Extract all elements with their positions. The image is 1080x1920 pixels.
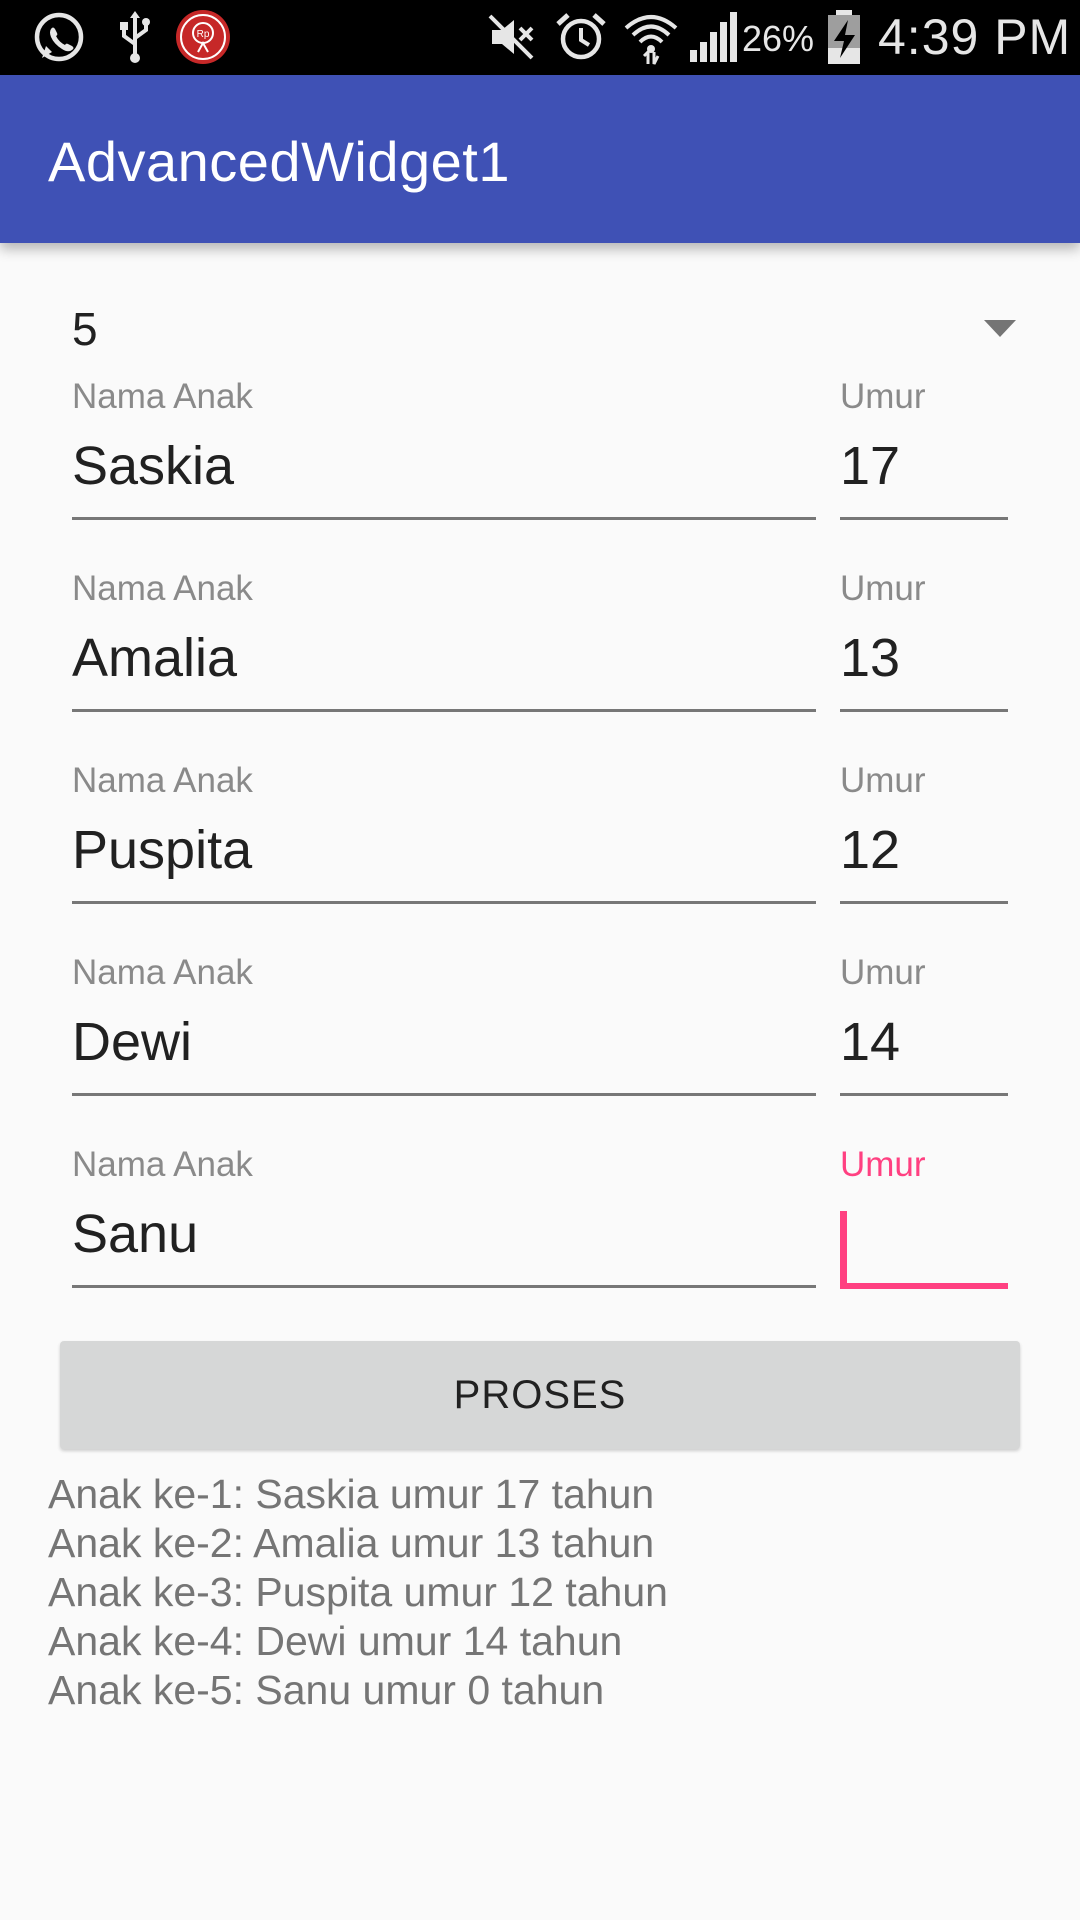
spinner-selected-value: 5 xyxy=(72,303,98,355)
status-bar: Rp 26% 4:39 PM xyxy=(0,0,1080,75)
child-name-field[interactable]: Nama Anak Dewi xyxy=(72,953,816,1113)
child-count-spinner[interactable]: 5 xyxy=(48,290,1032,368)
child-age-label: Umur xyxy=(840,1145,926,1184)
input-underline xyxy=(72,1285,816,1288)
mute-icon xyxy=(488,14,534,60)
result-line: Anak ke-5: Sanu umur 0 tahun xyxy=(48,1667,605,1713)
dropdown-arrow-icon xyxy=(984,320,1016,337)
input-underline xyxy=(72,901,816,904)
child-name-value: Sanu xyxy=(72,1204,199,1264)
child-age-value: 13 xyxy=(840,628,901,688)
child-age-field[interactable]: Umur 17 xyxy=(840,377,1008,537)
input-underline xyxy=(840,901,1008,904)
child-age-field[interactable]: Umur 13 xyxy=(840,569,1008,729)
child-age-value: 12 xyxy=(840,820,901,880)
child-age-value: 14 xyxy=(840,1012,901,1072)
proses-button[interactable]: PROSES xyxy=(60,1341,1020,1449)
svg-text:Rp: Rp xyxy=(197,29,210,40)
usb-icon xyxy=(120,11,150,63)
child-name-label: Nama Anak xyxy=(72,569,253,608)
input-underline xyxy=(72,709,816,712)
text-cursor xyxy=(840,1211,847,1283)
battery-percent: 26% xyxy=(742,18,815,59)
child-age-value: 17 xyxy=(840,436,901,496)
child-name-value: Puspita xyxy=(72,820,253,880)
child-name-label: Nama Anak xyxy=(72,377,253,416)
child-row: Nama Anak Dewi Umur 14 xyxy=(0,953,1080,1145)
result-text: Anak ke-1: Saskia umur 17 tahun Anak ke-… xyxy=(48,1470,1008,1715)
child-name-value: Dewi xyxy=(72,1012,193,1072)
child-age-field[interactable]: Umur 12 xyxy=(840,761,1008,921)
result-line: Anak ke-3: Puspita umur 12 tahun xyxy=(48,1569,668,1615)
child-row: Nama Anak Amalia Umur 13 xyxy=(0,569,1080,761)
child-name-field[interactable]: Nama Anak Saskia xyxy=(72,377,816,537)
input-underline xyxy=(72,1093,816,1096)
result-line: Anak ke-4: Dewi umur 14 tahun xyxy=(48,1618,623,1664)
child-name-field[interactable]: Nama Anak Sanu xyxy=(72,1145,816,1305)
whatsapp-icon xyxy=(34,12,84,62)
child-name-label: Nama Anak xyxy=(72,1145,253,1184)
result-line: Anak ke-1: Saskia umur 17 tahun xyxy=(48,1471,655,1517)
child-age-field[interactable]: Umur xyxy=(840,1145,1008,1305)
input-underline xyxy=(840,1093,1008,1096)
child-age-label: Umur xyxy=(840,569,926,608)
child-name-label: Nama Anak xyxy=(72,953,253,992)
clock-time: 4:39 PM xyxy=(878,9,1072,65)
rp-app-icon: Rp xyxy=(176,10,230,64)
signal-icon xyxy=(690,12,737,62)
input-underline xyxy=(840,1283,1008,1289)
child-row: Nama Anak Sanu Umur xyxy=(0,1145,1080,1337)
child-name-value: Amalia xyxy=(72,628,238,688)
child-age-label: Umur xyxy=(840,377,926,416)
child-name-field[interactable]: Nama Anak Puspita xyxy=(72,761,816,921)
app-bar: AdvancedWidget1 xyxy=(0,75,1080,243)
child-age-label: Umur xyxy=(840,953,926,992)
app-title: AdvancedWidget1 xyxy=(48,130,511,193)
input-underline xyxy=(72,517,816,520)
input-underline xyxy=(840,517,1008,520)
alarm-icon xyxy=(556,13,606,60)
child-row: Nama Anak Puspita Umur 12 xyxy=(0,761,1080,953)
child-age-field[interactable]: Umur 14 xyxy=(840,953,1008,1113)
child-name-field[interactable]: Nama Anak Amalia xyxy=(72,569,816,729)
child-row: Nama Anak Saskia Umur 17 xyxy=(0,377,1080,569)
child-name-value: Saskia xyxy=(72,436,235,496)
wifi-icon xyxy=(624,15,678,65)
child-name-label: Nama Anak xyxy=(72,761,253,800)
battery-charging-icon xyxy=(828,10,860,64)
input-underline xyxy=(840,709,1008,712)
child-age-label: Umur xyxy=(840,761,926,800)
result-line: Anak ke-2: Amalia umur 13 tahun xyxy=(48,1520,655,1566)
